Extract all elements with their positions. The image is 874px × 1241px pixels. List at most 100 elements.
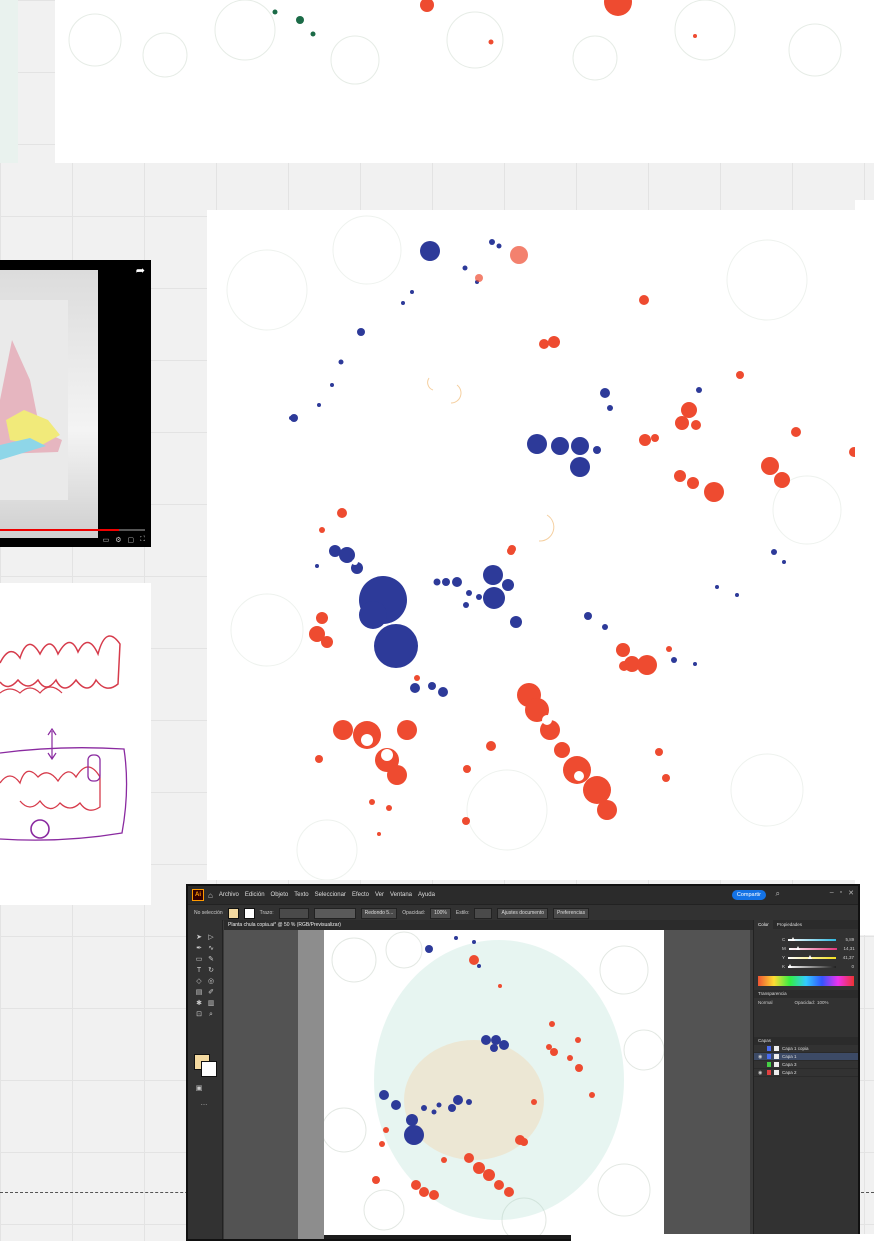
- blend-mode-select[interactable]: Normal: [758, 1000, 773, 1005]
- style-label: Estilo:: [455, 910, 470, 916]
- layer-color-swatch: [767, 1054, 771, 1059]
- symbol-tool-icon[interactable]: ✱: [195, 1000, 203, 1008]
- opacity-label: Opacidad:: [402, 910, 426, 916]
- transparency-panel-title[interactable]: Transparencia: [754, 990, 858, 998]
- type-tool-icon[interactable]: T: [195, 967, 203, 975]
- share-button[interactable]: Compartir: [731, 890, 766, 900]
- slider-m-value[interactable]: 14,31: [841, 946, 854, 951]
- control-bar: No selección Trazo: Redondo 5... Opacida…: [188, 904, 858, 921]
- gradient-tool-icon[interactable]: ▤: [195, 989, 203, 997]
- close-icon[interactable]: ✕: [848, 889, 854, 897]
- tab-color[interactable]: Color: [754, 920, 773, 929]
- menu-texto[interactable]: Texto: [294, 892, 308, 898]
- slider-c-label: C: [782, 937, 786, 942]
- white-paper-strip: [855, 200, 874, 935]
- document-tab[interactable]: Planta chula copia.ai* @ 50 % (RGB/Previ…: [224, 920, 754, 930]
- menu-bar: Ai ⌂ Archivo Edición Objeto Texto Selecc…: [188, 886, 858, 904]
- menu-ventana[interactable]: Ventana: [390, 892, 412, 898]
- eye-icon[interactable]: ◉: [758, 1054, 764, 1060]
- more-tools-icon[interactable]: …: [200, 1100, 208, 1108]
- menu-efecto[interactable]: Efecto: [352, 892, 369, 898]
- menu-seleccionar[interactable]: Seleccionar: [315, 892, 346, 898]
- plan-image-top: [55, 0, 874, 163]
- tool-stroke-swatch[interactable]: [201, 1061, 217, 1077]
- layer-name[interactable]: Capa 3: [782, 1062, 797, 1067]
- canvas-area[interactable]: [224, 930, 750, 1239]
- transparency-opacity-label: Opacidad:: [794, 1000, 816, 1005]
- brush-select[interactable]: Redondo 5...: [360, 907, 398, 919]
- layer-thumbnail: [774, 1054, 779, 1059]
- sketch-drawing: [0, 635, 128, 841]
- slider-k-value[interactable]: 0: [840, 964, 855, 969]
- preferences-button[interactable]: Preferencias: [553, 907, 590, 919]
- captions-icon[interactable]: ▭: [103, 536, 110, 544]
- bottom-white-paper: [571, 1234, 874, 1241]
- zoom-tool-icon[interactable]: ⌕: [207, 1011, 215, 1019]
- artboard[interactable]: [324, 930, 664, 1239]
- rotate-tool-icon[interactable]: ↻: [207, 967, 215, 975]
- stroke-swatch[interactable]: [243, 907, 255, 919]
- opacity-input[interactable]: 100%: [430, 907, 451, 919]
- slider-y-label: Y: [782, 955, 786, 960]
- layer-name[interactable]: Capa 1 copia: [782, 1046, 809, 1051]
- eyedropper-tool-icon[interactable]: ✐: [207, 989, 215, 997]
- color-spectrum[interactable]: [758, 976, 854, 986]
- layer-row[interactable]: Capa 1 copia: [754, 1045, 858, 1053]
- slider-c[interactable]: C 5,89: [754, 935, 858, 944]
- graph-tool-icon[interactable]: ▥: [207, 1000, 215, 1008]
- slider-y-value[interactable]: 41,37: [840, 955, 854, 960]
- cast-icon[interactable]: ▢: [127, 536, 134, 544]
- menu-objeto[interactable]: Objeto: [271, 892, 289, 898]
- layer-thumbnail: [774, 1070, 779, 1075]
- slider-c-value[interactable]: 5,89: [840, 937, 854, 942]
- plan-top-drawing: [55, 0, 874, 163]
- tab-properties[interactable]: Propiedades: [773, 920, 806, 929]
- maximize-icon[interactable]: ▫: [840, 889, 842, 897]
- pencil-tool-icon[interactable]: ✎: [207, 956, 215, 964]
- document-setup-button[interactable]: Ajustes documento: [497, 907, 549, 919]
- rectangle-tool-icon[interactable]: ▭: [195, 956, 203, 964]
- layer-name[interactable]: Capa 2: [782, 1070, 797, 1075]
- layer-color-swatch: [767, 1062, 771, 1067]
- variable-width-select[interactable]: [313, 907, 356, 919]
- minimize-icon[interactable]: –: [830, 889, 834, 897]
- search-icon[interactable]: ⌕: [776, 889, 780, 899]
- menu-ayuda[interactable]: Ayuda: [418, 892, 435, 898]
- screen-mode-icon[interactable]: ▣: [195, 1085, 203, 1093]
- video-player[interactable]: ➦ ▭ ⚙ ▢ ⛶: [0, 260, 151, 547]
- share-icon[interactable]: ➦: [136, 264, 145, 277]
- layer-row[interactable]: ◉ Capa 2: [754, 1069, 858, 1077]
- model-render-image: [0, 300, 68, 500]
- selection-tool-icon[interactable]: ➤: [195, 934, 203, 942]
- transparency-row: Normal Opacidad: 100%: [754, 998, 858, 1007]
- pen-tool-icon[interactable]: ✒: [195, 945, 203, 953]
- video-progress-bar[interactable]: [0, 529, 145, 531]
- direct-selection-tool-icon[interactable]: ▷: [207, 934, 215, 942]
- slider-k[interactable]: K 0: [754, 962, 858, 971]
- illustrator-window[interactable]: Ai ⌂ Archivo Edición Objeto Texto Selecc…: [186, 884, 860, 1241]
- slider-y[interactable]: Y 41,37: [754, 953, 858, 962]
- video-frame: [0, 270, 98, 538]
- curvature-tool-icon[interactable]: ∿: [207, 945, 215, 953]
- layer-row[interactable]: Capa 3: [754, 1061, 858, 1069]
- layer-row[interactable]: ◉ Capa 1: [754, 1053, 858, 1061]
- style-select[interactable]: [474, 907, 493, 919]
- layers-panel-title[interactable]: Capas: [754, 1037, 858, 1045]
- fill-swatch[interactable]: [227, 907, 239, 919]
- layer-name[interactable]: Capa 1: [782, 1054, 797, 1059]
- menu-edicion[interactable]: Edición: [245, 892, 265, 898]
- eye-icon[interactable]: ◉: [758, 1070, 764, 1076]
- menu-archivo[interactable]: Archivo: [219, 892, 239, 898]
- fullscreen-icon[interactable]: ⛶: [140, 536, 145, 544]
- eraser-tool-icon[interactable]: ◇: [195, 978, 203, 986]
- layer-thumbnail: [774, 1062, 779, 1067]
- stroke-weight-input[interactable]: [278, 907, 309, 919]
- slider-k-label: K: [782, 964, 786, 969]
- shape-builder-tool-icon[interactable]: ◎: [207, 978, 215, 986]
- menu-ver[interactable]: Ver: [375, 892, 384, 898]
- slider-m[interactable]: M 14,31: [754, 944, 858, 953]
- settings-icon[interactable]: ⚙: [115, 536, 121, 544]
- artboard-tool-icon[interactable]: ⊡: [195, 1011, 203, 1019]
- transparency-opacity-value[interactable]: 100%: [817, 1000, 829, 1005]
- home-icon[interactable]: ⌂: [208, 891, 213, 900]
